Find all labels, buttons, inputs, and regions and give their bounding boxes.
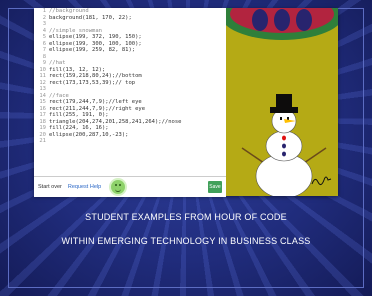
signature-scribble [311,176,332,186]
request-help-button[interactable]: Request Help [68,184,101,190]
code-text: ellipse(200,287,10,-23); [49,131,129,138]
drawing-canvas [226,8,338,196]
start-over-button[interactable]: Start over [38,184,62,190]
editor-toolbar: Start over Request Help Save [34,176,226,197]
code-line[interactable]: 21 [34,138,226,145]
line-number: 21 [39,138,46,144]
left-arm [241,147,265,164]
caption-line-1: STUDENT EXAMPLES FROM HOUR OF CODE [85,212,287,222]
code-area[interactable]: 1//background 2 background(181, 170, 22); 3… [34,8,226,176]
code-text: rect(173,173,53,39);// top [49,79,136,86]
code-editor-screenshot: 1//background 2 background(181, 170, 22); 3… [34,8,338,197]
button-1 [282,135,286,141]
code-text: ellipse(199, 259, 82, 81); [49,47,136,53]
left-eye [280,117,282,120]
button-2 [282,143,286,149]
dome-spot-1 [252,9,268,31]
snowman-drawing [226,8,338,196]
dome-spot-2 [274,9,290,31]
button-3 [282,151,286,157]
code-editor: 1//background 2 background(181, 170, 22); 3… [34,8,227,197]
hat-top [276,94,292,108]
right-arm [303,147,327,164]
save-button[interactable]: Save [208,181,222,193]
code-text: background(181, 170, 22); [49,14,132,21]
dome-spot-3 [296,9,312,31]
smiley-face-icon [111,180,126,194]
caption-line-2: WITHIN EMERGING TECHNOLOGY IN BUSINESS C… [61,236,311,246]
